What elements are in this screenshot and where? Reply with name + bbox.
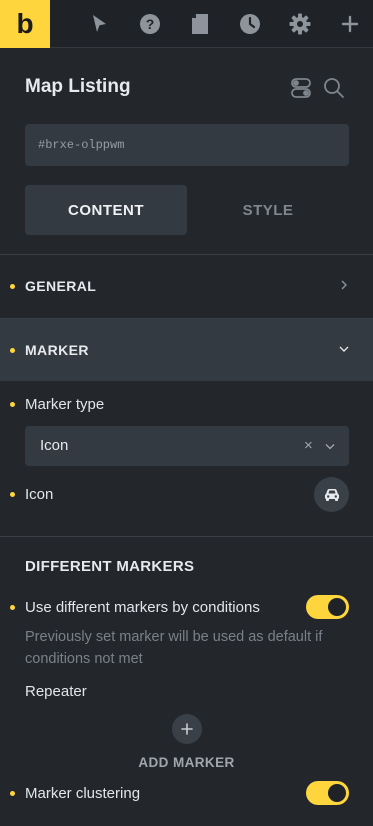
changed-indicator: [10, 791, 15, 796]
marker-clustering-toggle[interactable]: [306, 781, 349, 805]
divider: [0, 536, 373, 537]
section-marker-label: MARKER: [25, 342, 89, 358]
section-general[interactable]: GENERAL: [0, 255, 373, 317]
repeater-label: Repeater: [25, 683, 87, 700]
chevron-down-icon: [323, 438, 337, 454]
svg-text:?: ?: [146, 16, 155, 32]
changed-indicator: [10, 402, 15, 407]
marker-type-value: Icon: [40, 437, 69, 454]
element-id-input[interactable]: [25, 124, 349, 166]
add-marker-button[interactable]: ADD MARKER: [0, 755, 373, 770]
add-marker-icon[interactable]: [172, 714, 202, 744]
top-toolbar: b ?: [0, 0, 373, 48]
changed-indicator: [10, 284, 15, 289]
tab-content[interactable]: CONTENT: [25, 185, 187, 235]
marker-clustering-label: Marker clustering: [25, 785, 141, 802]
tab-style[interactable]: STYLE: [187, 185, 349, 235]
use-conditions-label: Use different markers by conditions: [25, 599, 260, 616]
changed-indicator: [10, 492, 15, 497]
gear-icon[interactable]: [288, 12, 312, 36]
toggle-knob: [328, 784, 346, 802]
panel-title: Map Listing: [25, 76, 131, 97]
different-markers-heading: DIFFERENT MARKERS: [25, 558, 195, 575]
section-marker[interactable]: MARKER: [0, 319, 373, 381]
bricks-logo[interactable]: b: [0, 0, 50, 48]
cursor-icon[interactable]: [87, 12, 111, 36]
plus-icon[interactable]: [338, 12, 362, 36]
use-conditions-toggle[interactable]: [306, 595, 349, 619]
page-icon[interactable]: [188, 12, 212, 36]
changed-indicator: [10, 348, 15, 353]
changed-indicator: [10, 605, 15, 610]
marker-type-label: Marker type: [25, 396, 105, 413]
search-icon[interactable]: [323, 77, 345, 99]
history-icon[interactable]: [238, 12, 262, 36]
section-general-label: GENERAL: [25, 278, 97, 294]
toggle-knob: [328, 598, 346, 616]
clear-icon[interactable]: ×: [304, 437, 313, 454]
use-conditions-description: Previously set marker will be used as de…: [25, 629, 323, 667]
marker-type-select[interactable]: Icon ×: [25, 426, 349, 466]
chevron-down-icon: [337, 339, 351, 359]
chevron-right-icon: [337, 275, 351, 295]
car-icon[interactable]: [314, 477, 349, 512]
icon-label: Icon: [25, 486, 54, 503]
help-icon[interactable]: ?: [138, 12, 162, 36]
toggle-settings-icon[interactable]: [290, 77, 312, 99]
